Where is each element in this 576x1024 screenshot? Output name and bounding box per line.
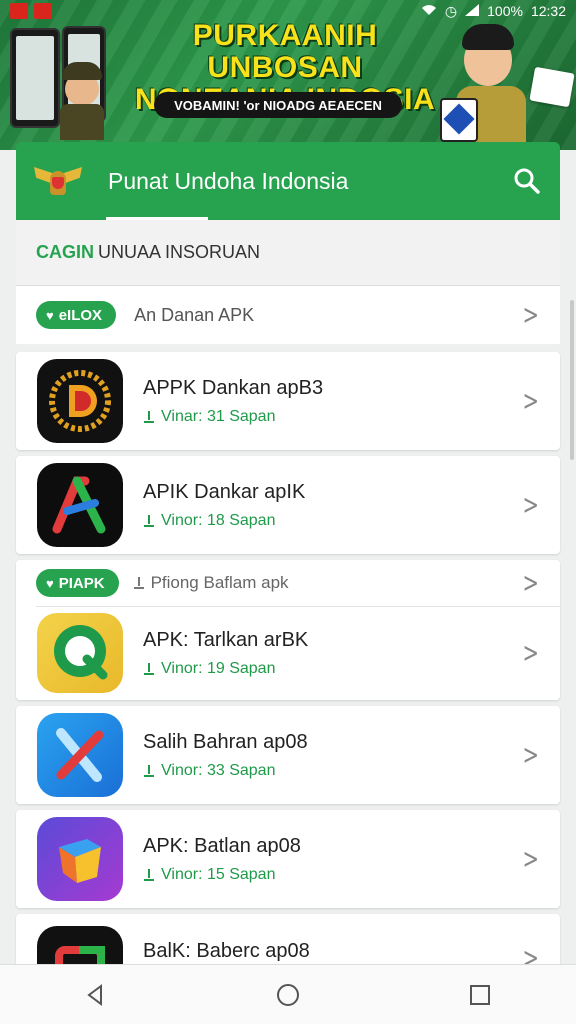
colorful-a-icon: [37, 463, 123, 547]
section-label: UNUAA INSORUAN: [98, 242, 261, 262]
app-name: APK: Batlan ap08: [143, 834, 301, 857]
green-magnifier-icon: [37, 613, 123, 693]
blue-slash-icon: [37, 713, 123, 797]
scrollbar[interactable]: [570, 300, 574, 460]
battery-level: 100%: [487, 3, 523, 19]
download-icon: [143, 410, 155, 423]
group-header[interactable]: ♥ PIAPK Pfiong Baflam apk >: [16, 560, 560, 606]
download-icon: [143, 662, 155, 675]
signal-icon: [465, 3, 480, 19]
dark-circle-d-icon: [37, 359, 123, 443]
chevron-right-icon: >: [522, 488, 539, 521]
list-item[interactable]: APK: Tarlkan arBK Vinor: 19 Sapan >: [16, 607, 560, 699]
promo-banner[interactable]: ◷ 100% 12:32 PURKAANIH UNBOSAN NONEANIA …: [0, 0, 576, 150]
app-name: APIK Dankar apIK: [143, 480, 306, 503]
app-name: APPK Dankan apB3: [143, 376, 324, 399]
soldier-illustration: [60, 60, 104, 140]
phone-illustration: [10, 28, 60, 128]
download-icon: [143, 514, 155, 527]
app-bar: Punat Undoha Indonsia: [16, 142, 560, 220]
home-icon: [277, 983, 299, 1006]
list-item[interactable]: APPK Dankan apB3 Vinar: 31 Sapan >: [16, 352, 560, 450]
section-prefix: CAGIN: [36, 242, 94, 262]
group-card: ♥ PIAPK Pfiong Baflam apk > APK: Tarlkan…: [16, 560, 560, 700]
app-name: Salih Bahran ap08: [143, 730, 308, 753]
notification-icon: [10, 3, 28, 19]
chevron-right-icon: >: [522, 636, 539, 669]
cube-gradient-icon: [37, 817, 123, 901]
download-icon: [133, 577, 145, 589]
notification-icon: [34, 3, 52, 19]
search-icon: [514, 168, 540, 194]
group-pill[interactable]: ♥ PIAPK: [36, 569, 119, 597]
app-title: Punat Undoha Indonsia: [108, 167, 349, 194]
tab-indicator: [106, 217, 208, 220]
recents-icon: [470, 984, 490, 1005]
app-meta: Vinor: 18 Sapan: [143, 512, 305, 530]
heart-icon: ♥: [46, 307, 54, 323]
chevron-right-icon: >: [522, 384, 539, 417]
search-button[interactable]: [512, 166, 542, 196]
list-item[interactable]: APIK Dankar apIK Vinor: 18 Sapan >: [16, 456, 560, 554]
app-list: APPK Dankan apB3 Vinar: 31 Sapan > APIK …: [16, 352, 560, 1018]
chevron-right-icon: >: [522, 298, 539, 331]
back-icon: [87, 983, 102, 1006]
app-meta: Vinor: 15 Sapan: [143, 866, 301, 884]
app-panel: Punat Undoha Indonsia CAGIN UNUAA INSORU…: [16, 142, 560, 1012]
garuda-emblem-icon: [34, 161, 82, 201]
app-meta: Vinar: 31 Sapan: [143, 408, 323, 426]
app-name: BalK: Baberc ap08: [143, 940, 310, 962]
recents-button[interactable]: [450, 965, 510, 1024]
wifi-icon: [421, 3, 437, 19]
alarm-icon: ◷: [444, 2, 458, 19]
chevron-right-icon: >: [522, 566, 539, 599]
heart-icon: ♥: [46, 575, 54, 591]
home-button[interactable]: [258, 965, 318, 1024]
section-header: CAGIN UNUAA INSORUAN: [16, 220, 560, 286]
chevron-right-icon: >: [522, 738, 539, 771]
system-nav-bar: [0, 964, 576, 1024]
clock: 12:32: [530, 3, 566, 19]
download-icon: [143, 764, 155, 777]
app-meta: Vinor: 33 Sapan: [143, 762, 308, 780]
download-icon: [143, 868, 155, 881]
list-item[interactable]: APK: Batlan ap08 Vinor: 15 Sapan >: [16, 810, 560, 908]
phone-illustration: [440, 98, 478, 142]
app-meta: Vinor: 19 Sapan: [143, 660, 308, 678]
group-subtitle: Pfiong Baflam apk: [133, 573, 289, 593]
banner-subtitle: VOBAMIN! 'or NIOADG AEAECEN: [154, 92, 402, 118]
app-name: APK: Tarlkan arBK: [143, 628, 309, 651]
featured-row[interactable]: ♥ eILOX An Danan APK >: [16, 286, 560, 344]
featured-pill[interactable]: ♥ eILOX: [36, 301, 117, 329]
featured-text: An Danan APK: [134, 304, 255, 325]
back-button[interactable]: [66, 965, 126, 1024]
chevron-right-icon: >: [522, 842, 539, 875]
list-item[interactable]: Salih Bahran ap08 Vinor: 33 Sapan >: [16, 706, 560, 804]
card-illustration: [529, 66, 575, 108]
